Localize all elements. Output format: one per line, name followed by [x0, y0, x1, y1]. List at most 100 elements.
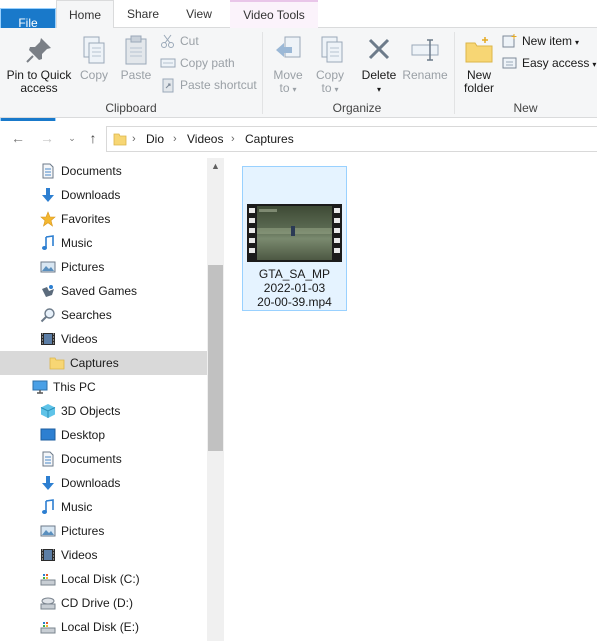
pin-to-quick-access-button[interactable]: Pin to Quick access: [4, 34, 74, 95]
new-item-button[interactable]: New item ▾: [502, 31, 579, 51]
copy-button[interactable]: Copy: [76, 34, 112, 82]
sidebar-item[interactable]: Documents: [0, 447, 208, 471]
new-folder-button[interactable]: New folder: [458, 34, 500, 95]
folder-icon: [113, 131, 127, 147]
sidebar-item[interactable]: Music: [0, 495, 208, 519]
address-bar[interactable]: › Dio › Videos › Captures: [106, 126, 597, 152]
film-perforation: [334, 228, 340, 233]
sidebar-item[interactable]: 3D Objects: [0, 399, 208, 423]
sidebar-item-label: Saved Games: [61, 284, 138, 298]
sidebar-item[interactable]: Captures: [0, 351, 208, 375]
sidebar-item-label: Videos: [61, 548, 98, 562]
back-button[interactable]: ←: [9, 128, 27, 148]
3d-objects-icon: [40, 403, 56, 419]
recent-locations-button[interactable]: ⌄: [63, 128, 81, 148]
sidebar-item[interactable]: Local Disk (E:): [0, 615, 208, 639]
sidebar-item[interactable]: Pictures: [0, 519, 208, 543]
sidebar-item[interactable]: Searches: [0, 303, 208, 327]
sidebar-item[interactable]: This PC: [0, 375, 208, 399]
back-arrow-icon: ←: [11, 130, 25, 146]
chevron-down-icon: ▾: [575, 38, 580, 47]
scrollbar-thumb[interactable]: [208, 265, 223, 451]
folder-icon: [49, 355, 65, 371]
copy-to-button[interactable]: Copy to ▾: [310, 34, 350, 96]
sidebar-item[interactable]: Downloads: [0, 183, 208, 207]
sidebar-item[interactable]: Music: [0, 231, 208, 255]
tab-view[interactable]: View: [172, 0, 226, 28]
sidebar-item[interactable]: Videos: [0, 543, 208, 567]
pin-label-line2: access: [20, 81, 58, 95]
local-disk-icon: [40, 571, 56, 587]
delete-dropdown[interactable]: ▾: [358, 82, 400, 96]
paste-shortcut-button[interactable]: Paste shortcut: [160, 75, 257, 95]
sidebar-item-label: Documents: [61, 452, 122, 466]
film-perforation: [334, 248, 340, 253]
sidebar-item-label: Music: [61, 236, 93, 250]
organize-group-label: Organize: [332, 101, 382, 115]
cut-button[interactable]: Cut: [160, 31, 199, 51]
sidebar-item[interactable]: Desktop: [0, 423, 208, 447]
breadcrumb-captures[interactable]: Captures: [245, 131, 294, 147]
sidebar-item-label: Searches: [61, 308, 112, 322]
copy-to-icon: [314, 34, 346, 66]
breadcrumb-videos[interactable]: Videos: [187, 131, 223, 147]
copy-path-button[interactable]: Copy path: [160, 53, 235, 73]
tab-video-tools[interactable]: Video Tools: [230, 0, 318, 28]
sidebar-item-label: Music: [61, 500, 93, 514]
sidebar-item[interactable]: Favorites: [0, 207, 208, 231]
film-perforation: [249, 218, 255, 223]
sidebar-item-label: CD Drive (D:): [61, 596, 133, 610]
pictures-icon: [40, 259, 56, 275]
paste-shortcut-label: Paste shortcut: [180, 78, 257, 92]
sidebar-item-label: 3D Objects: [61, 404, 121, 418]
sidebar-item-label: Pictures: [61, 260, 105, 274]
copy-label: Copy: [79, 68, 108, 82]
film-perforation: [334, 218, 340, 223]
tab-share[interactable]: Share: [118, 0, 168, 28]
file-name-line2: 2022-01-03: [263, 281, 326, 295]
videos-icon: [40, 331, 56, 347]
sidebar-item-label: Documents: [61, 164, 122, 178]
breadcrumb-dio[interactable]: Dio: [146, 131, 164, 147]
sidebar-item[interactable]: Pictures: [0, 255, 208, 279]
up-button[interactable]: ↑: [84, 128, 102, 148]
sidebar-item-label: Pictures: [61, 524, 105, 538]
move-to-icon: [272, 34, 304, 66]
documents-icon: [40, 451, 56, 467]
film-perforation: [249, 238, 255, 243]
sidebar-item-label: Local Disk (E:): [61, 620, 140, 634]
easy-access-button[interactable]: Easy access ▾: [502, 53, 596, 73]
videos-icon: [40, 547, 56, 563]
sidebar-item[interactable]: Videos: [0, 327, 208, 351]
ribbon-tabs: File Home Share View Video Tools: [0, 0, 597, 153]
sidebar-item-label: Captures: [70, 356, 119, 370]
paste-shortcut-icon: [160, 77, 176, 93]
sidebar-item[interactable]: Documents: [0, 159, 208, 183]
sidebar-item-label: Downloads: [61, 476, 121, 490]
delete-button[interactable]: Delete ▾: [358, 34, 400, 96]
new-group-label: New: [513, 101, 538, 115]
sidebar-item-label: This PC: [53, 380, 96, 394]
navigation-scrollbar[interactable]: ▲: [207, 158, 224, 641]
cd-drive-icon: [40, 595, 56, 611]
rename-button[interactable]: Rename: [402, 34, 448, 82]
sidebar-item[interactable]: Saved Games: [0, 279, 208, 303]
new-item-icon: [502, 33, 518, 49]
forward-arrow-icon: →: [40, 130, 54, 146]
breadcrumb-chevron-icon: ›: [173, 133, 177, 145]
sidebar-item[interactable]: Downloads: [0, 471, 208, 495]
file-item[interactable]: GTA_SA_MP 2022-01-03 20-00-39.mp4: [242, 166, 347, 311]
delete-x-icon: [363, 34, 395, 66]
sidebar-item[interactable]: CD Drive (D:): [0, 591, 208, 615]
rename-label: Rename: [402, 68, 448, 82]
sidebar-item-label: Favorites: [61, 212, 111, 226]
forward-button[interactable]: →: [38, 128, 56, 148]
chevron-down-icon: ▾: [292, 85, 297, 94]
move-to-button[interactable]: Move to ▾: [268, 34, 308, 96]
scroll-up-icon[interactable]: ▲: [207, 158, 224, 175]
sidebar-item[interactable]: Local Disk (C:): [0, 567, 208, 591]
paste-button[interactable]: Paste: [116, 34, 156, 82]
cut-label: Cut: [180, 34, 199, 48]
film-perforation: [249, 208, 255, 213]
tab-home[interactable]: Home: [56, 0, 114, 29]
